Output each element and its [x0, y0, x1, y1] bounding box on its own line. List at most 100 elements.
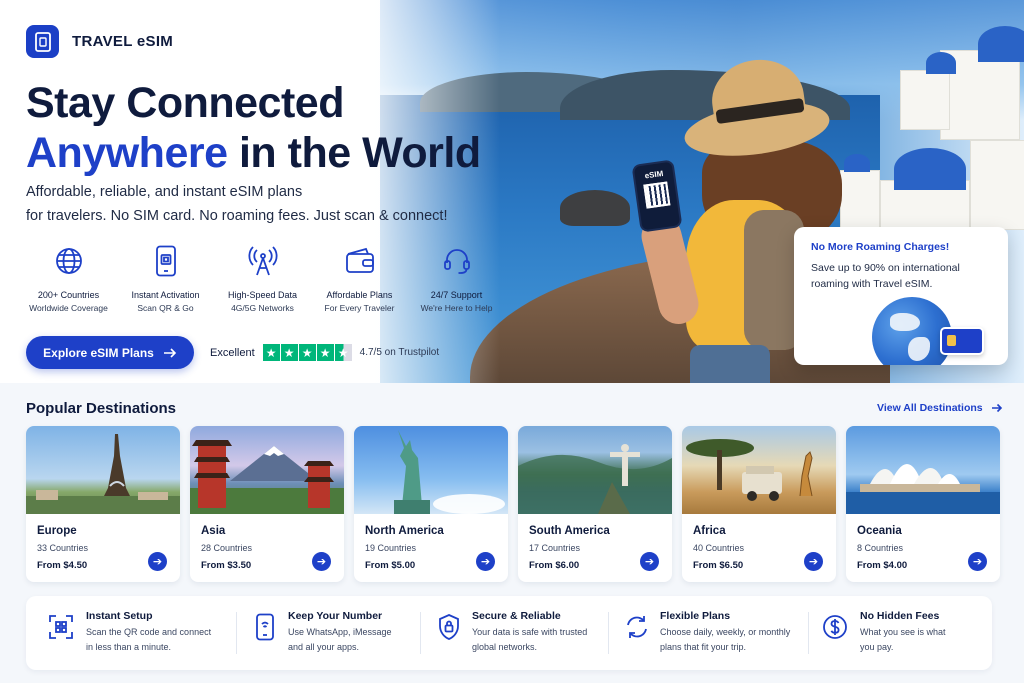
feature-sub: 4G/5G Networks [231, 303, 294, 313]
destination-image [190, 426, 344, 514]
feature-sub: Worldwide Coverage [29, 303, 108, 313]
headline-line1: Stay Connected [26, 79, 344, 127]
sim-card-icon [26, 25, 59, 58]
benefit-text-line: global networks. [472, 642, 538, 652]
hero-subtitle: Affordable, reliable, and instant eSIM p… [26, 180, 496, 228]
destination-image [682, 426, 836, 514]
arrow-right-icon [991, 403, 1002, 413]
star-icon: ★ [298, 344, 316, 361]
dollar-icon [822, 614, 848, 640]
destination-price: From $4.50 [37, 560, 88, 571]
subtitle-line: for travelers. No SIM card. No roaming f… [26, 208, 448, 224]
refresh-icon [624, 614, 650, 640]
destination-list: Europe 33 Countries From $4.50 ➔ Asia 28… [26, 426, 1000, 582]
sim-card-icon [940, 327, 984, 355]
arrow-right-icon [163, 347, 176, 358]
arrow-right-icon[interactable]: ➔ [968, 552, 987, 571]
feature-item: High-Speed Data 4G/5G Networks [214, 244, 311, 315]
benefit-text: Use WhatsApp, iMessage and all your apps… [288, 625, 420, 655]
benefit-text-line: Scan the QR code and connect [86, 627, 212, 637]
benefit-text-line: plans that fit your trip. [660, 642, 747, 652]
promo-card: No More Roaming Charges! Save up to 90% … [794, 227, 1008, 365]
qr-scan-icon [48, 614, 74, 640]
explore-plans-button[interactable]: Explore eSIM Plans [26, 336, 194, 369]
benefit-text-line: What you see is what [860, 627, 946, 637]
destination-name: Europe [37, 525, 77, 537]
half-star-icon: ★ [334, 344, 352, 361]
destination-card-asia[interactable]: Asia 28 Countries From $3.50 ➔ [190, 426, 344, 582]
benefit-text-line: and all your apps. [288, 642, 360, 652]
view-all-label: View All Destinations [877, 402, 983, 414]
phone-icon [252, 613, 278, 641]
feature-item: 200+ Countries Worldwide Coverage [20, 244, 117, 315]
feature-title: Instant Activation [131, 290, 200, 300]
destination-price: From $3.50 [201, 560, 252, 571]
destination-image [354, 426, 508, 514]
feature-sub: Scan QR & Go [137, 303, 194, 313]
feature-title: 200+ Countries [37, 290, 100, 300]
signal-tower-icon [214, 244, 311, 278]
benefit-text: Your data is safe with trusted global ne… [472, 625, 608, 655]
arrow-right-icon[interactable]: ➔ [312, 552, 331, 571]
benefit-title: Keep Your Number [288, 610, 383, 622]
star-icon: ★ [280, 344, 298, 361]
headline-line2: Anywhere in the World [26, 128, 481, 178]
page-title: Stay Connected Anywhere in the World [26, 78, 481, 178]
view-all-destinations-link[interactable]: View All Destinations [877, 402, 1003, 414]
arrow-right-icon[interactable]: ➔ [148, 552, 167, 571]
arrow-right-icon[interactable]: ➔ [476, 552, 495, 571]
benefits-bar: Instant Setup Scan the QR code and conne… [26, 596, 992, 670]
benefit-text-line: Your data is safe with trusted [472, 627, 588, 637]
promo-text: Save up to 90% on international roaming … [811, 262, 960, 290]
trustpilot-rating[interactable]: Excellent ★ ★ ★ ★ ★ 4.7/5 on Trustpilot [210, 344, 439, 361]
destination-image [26, 426, 180, 514]
benefit-text-line: you pay. [860, 642, 894, 652]
feature-item: 24/7 Support We're Here to Help [408, 244, 505, 315]
headline-rest: in the World [227, 129, 481, 177]
destination-count: 33 Countries [37, 543, 89, 553]
globe-icon [20, 244, 117, 278]
benefit-item: Secure & Reliable Your data is safe with… [420, 610, 608, 656]
destination-name: North America [365, 525, 444, 537]
feature-title: 24/7 Support [430, 290, 483, 300]
destination-count: 19 Countries [365, 543, 417, 553]
feature-title: High-Speed Data [227, 290, 298, 300]
promo-title: No More Roaming Charges! [811, 241, 950, 253]
feature-sub: We're Here to Help [420, 303, 493, 313]
wallet-icon [311, 244, 408, 278]
star-icon: ★ [262, 344, 280, 361]
cta-label: Explore eSIM Plans [43, 345, 154, 360]
benefit-title: Flexible Plans [660, 610, 731, 622]
feature-list: 200+ Countries Worldwide Coverage Instan… [20, 244, 505, 315]
destination-card-south-america[interactable]: South America 17 Countries From $6.00 ➔ [518, 426, 672, 582]
arrow-right-icon[interactable]: ➔ [640, 552, 659, 571]
headline-accent: Anywhere [26, 129, 228, 177]
shield-lock-icon [436, 614, 462, 640]
hero-rock [560, 190, 630, 226]
destination-price: From $4.00 [857, 560, 908, 571]
destination-card-europe[interactable]: Europe 33 Countries From $4.50 ➔ [26, 426, 180, 582]
destination-price: From $6.50 [693, 560, 744, 571]
brand-name: TRAVEL eSIM [72, 33, 174, 50]
destination-count: 28 Countries [201, 543, 253, 553]
destination-image [518, 426, 672, 514]
benefit-text-line: Choose daily, weekly, or monthly [660, 627, 791, 637]
rating-score: 4.7/5 on Trustpilot [359, 347, 440, 358]
benefit-item: Instant Setup Scan the QR code and conne… [26, 610, 236, 656]
benefit-text-line: in less than a minute. [86, 642, 172, 652]
destination-name: Asia [201, 525, 226, 537]
brand[interactable]: TRAVEL eSIM [26, 25, 173, 58]
destination-card-north-america[interactable]: North America 19 Countries From $5.00 ➔ [354, 426, 508, 582]
destination-price: From $6.00 [529, 560, 580, 571]
destination-price: From $5.00 [365, 560, 416, 571]
feature-item: Instant Activation Scan QR & Go [117, 244, 214, 315]
phone-label: eSIM [644, 168, 664, 181]
section-title: Popular Destinations [26, 400, 177, 417]
destination-card-africa[interactable]: Africa 40 Countries From $6.50 ➔ [682, 426, 836, 582]
arrow-right-icon[interactable]: ➔ [804, 552, 823, 571]
benefit-text: What you see is what you pay. [860, 625, 992, 655]
destination-card-oceania[interactable]: Oceania 8 Countries From $4.00 ➔ [846, 426, 1000, 582]
star-icon: ★ [316, 344, 334, 361]
benefit-text: Choose daily, weekly, or monthly plans t… [660, 625, 808, 655]
benefit-title: No Hidden Fees [860, 610, 940, 622]
